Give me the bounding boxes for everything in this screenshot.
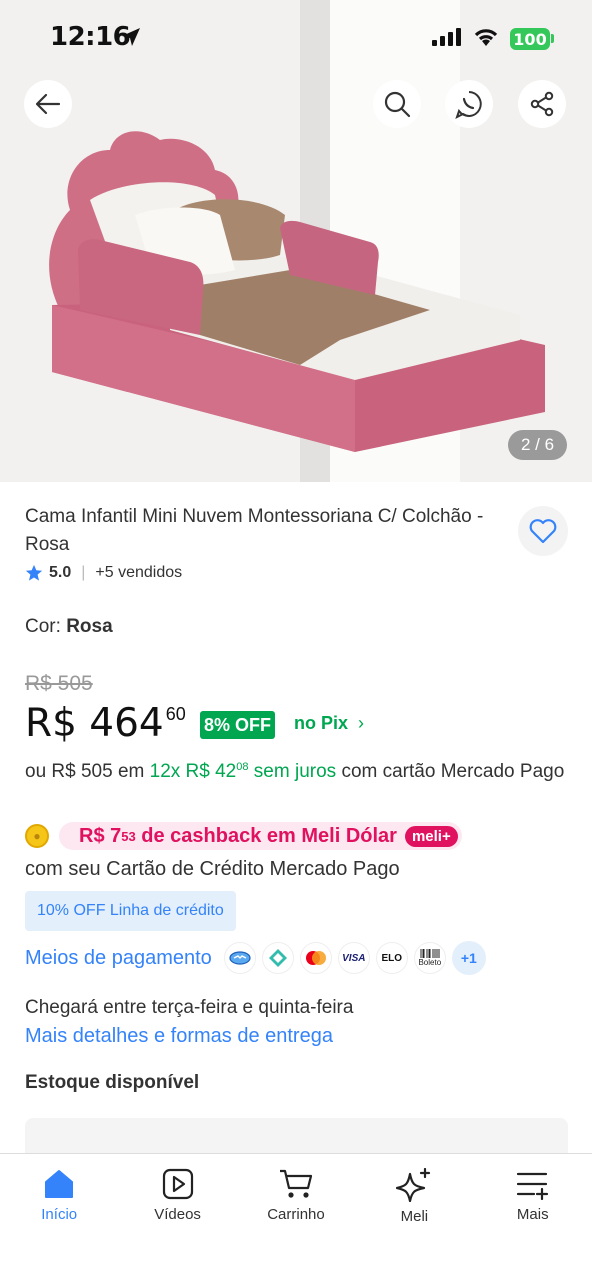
payment-methods-row[interactable]: Meios de pagamento VISA ELO Boleto +1 [25,941,486,975]
heart-icon [529,519,557,544]
share-icon [530,91,554,117]
mercado-pago-icon [223,942,256,974]
boleto-icon: Boleto [413,942,446,974]
nav-label: Início [41,1206,78,1223]
cashback-amount: R$ 7 [79,824,122,847]
price-cents: 60 [165,704,186,724]
battery-indicator: 100 [510,28,550,50]
cashback-text: de cashback em Meli Dólar [141,824,397,847]
whatsapp-icon [455,91,482,119]
original-price: R$ 505 [25,672,93,695]
nav-label: Vídeos [154,1206,201,1223]
product-title: Cama Infantil Mini Nuvem Montessoriana C… [25,506,484,555]
color-selector[interactable]: Cor: Rosa [25,616,113,638]
mastercard-icon [299,942,332,974]
installment-cents: 08 [236,761,249,773]
discount-badge: 8% OFF [200,711,276,739]
shipping-estimate: Chegará entre terça-feira e quinta-feira [25,997,354,1018]
meli-dolar-coin-icon: ● [25,824,49,848]
installment-info: ou R$ 505 em 12x R$ 4208 sem juros com c… [25,754,570,785]
pix-link[interactable]: no Pix › [294,713,364,734]
installment-amount: 12x R$ 42 [149,761,237,782]
payment-methods-link[interactable]: Meios de pagamento [25,947,212,970]
cashback-pill: R$ 7 53 de cashback em Meli Dólar meli+ [59,822,462,850]
favorite-button[interactable] [518,506,568,556]
status-time: 12:16 [50,22,131,52]
whatsapp-share-button[interactable] [445,80,493,128]
play-icon [162,1168,193,1200]
boleto-label: Boleto [418,958,442,967]
nav-item-meli[interactable]: Meli [355,1154,473,1280]
nav-label: Mais [516,1206,549,1223]
back-button[interactable] [24,80,72,128]
rating-value: 5.0 [49,564,72,581]
cashback-row: ● R$ 7 53 de cashback em Meli Dólar meli+ [25,822,462,850]
installment-suffix: com cartão Mercado Pago [341,761,565,782]
current-price: R$ 464 60 [25,700,186,748]
installment-count: 12x R$ 4208 [150,761,249,782]
cart-icon [279,1169,313,1198]
star-icon [25,564,43,581]
installment-interest: sem juros [253,761,337,782]
pix-label: no Pix [294,713,349,733]
location-arrow-icon [122,28,140,46]
price-main: R$ 464 [25,701,164,746]
cashback-subtitle: com seu Cartão de Crédito Mercado Pago [25,858,400,880]
search-button[interactable] [373,80,421,128]
shipping-details-link[interactable]: Mais detalhes e formas de entrega [25,1025,333,1048]
color-value: Rosa [66,616,113,637]
arrow-left-icon [35,93,61,115]
status-bar: 12:16 100 [0,0,592,80]
nav-item-inicio[interactable]: Início [0,1154,118,1280]
color-label: Cor: [25,616,61,637]
elo-icon: ELO [375,942,408,974]
sparkle-icon [396,1168,431,1202]
nav-item-mais[interactable]: Mais [474,1154,592,1280]
rating-row: 5.0 | +5 vendidos [25,564,182,582]
cellular-signal-icon [432,28,461,46]
more-payment-methods[interactable]: +1 [451,941,486,975]
cashback-cents: 53 [121,828,136,844]
chevron-right-icon: › [358,713,365,733]
stock-status: Estoque disponível [25,1072,200,1093]
menu-plus-icon [516,1172,548,1200]
bottom-navigation: Início Vídeos Carrinho Meli Mais [0,1153,592,1280]
share-button[interactable] [518,80,566,128]
nav-item-carrinho[interactable]: Carrinho [237,1154,355,1280]
nav-label: Meli [400,1208,429,1225]
wifi-icon [474,29,498,46]
image-counter: 2 / 6 [508,430,567,460]
home-icon [45,1170,74,1198]
visa-icon: VISA [337,942,370,974]
rating-separator: | [81,564,86,581]
search-icon [384,91,411,118]
installment-prefix: ou R$ 505 em [25,761,145,782]
nav-item-videos[interactable]: Vídeos [118,1154,236,1280]
pix-icon [261,942,294,974]
meli-plus-badge: meli+ [404,825,458,847]
sold-count: +5 vendidos [95,564,183,581]
nav-label: Carrinho [267,1206,325,1223]
credit-offer-chip[interactable]: 10% OFF Linha de crédito [25,891,236,931]
battery-tip [551,34,554,43]
